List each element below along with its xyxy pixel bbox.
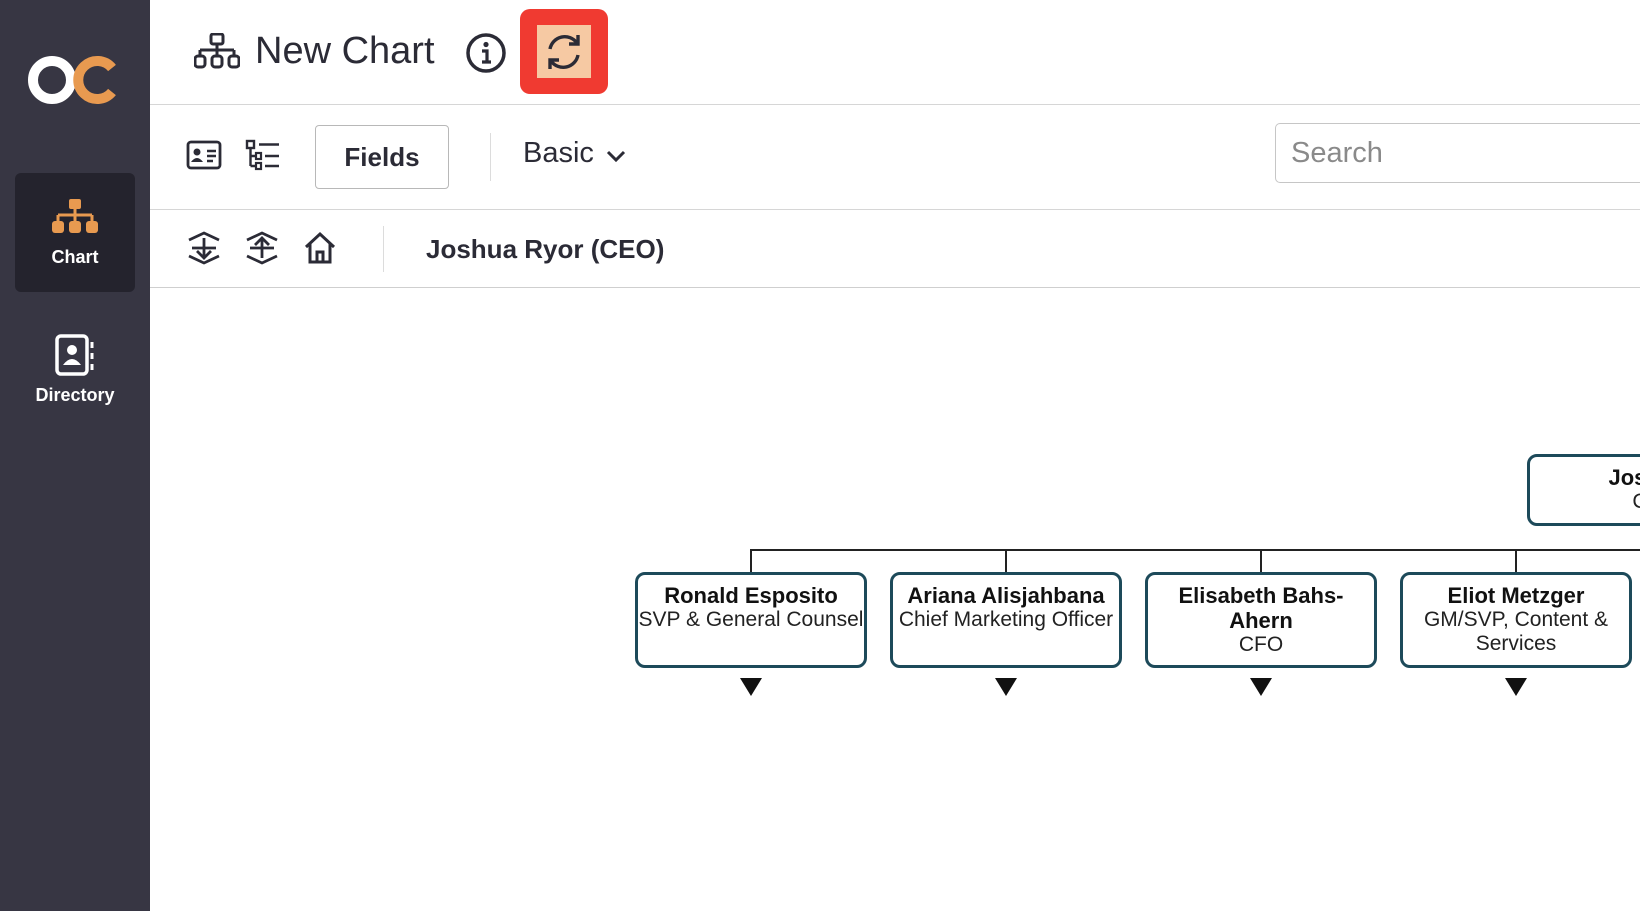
view-mode-value: Basic xyxy=(523,137,594,169)
chevron-down-icon xyxy=(606,137,626,170)
connector-line xyxy=(1005,549,1007,573)
org-chart-icon xyxy=(193,32,241,74)
sidebar-item-directory[interactable]: Directory xyxy=(15,307,135,426)
expand-down-icon[interactable] xyxy=(186,230,222,271)
breadcrumb[interactable]: Joshua Ryor (CEO) xyxy=(426,234,664,265)
node-name: Ariana Alisjahbana xyxy=(907,583,1105,608)
node-title: SVP & General Counsel xyxy=(638,608,864,631)
node-title: GM/SVP, Content & Services xyxy=(1423,608,1609,655)
org-node[interactable]: Eliot Metzger GM/SVP, Content & Services xyxy=(1400,572,1632,668)
expand-arrow-icon[interactable] xyxy=(995,678,1017,696)
node-title: Chief Marketing Officer xyxy=(898,608,1114,631)
contact-book-icon xyxy=(54,333,96,382)
node-title: CE xyxy=(1632,490,1640,513)
expand-arrow-icon[interactable] xyxy=(1505,678,1527,696)
org-chart-icon xyxy=(52,199,98,240)
card-view-icon[interactable] xyxy=(186,139,222,176)
refresh-button[interactable] xyxy=(520,9,608,94)
search-input[interactable] xyxy=(1275,123,1640,183)
toolbar-divider xyxy=(383,226,384,272)
list-tree-icon[interactable] xyxy=(245,139,281,176)
expand-arrow-icon[interactable] xyxy=(1250,678,1272,696)
page-title: New Chart xyxy=(255,30,435,72)
sidebar-item-chart[interactable]: Chart xyxy=(15,173,135,292)
connector-line xyxy=(750,549,1640,551)
toolbar-divider xyxy=(490,133,491,181)
fields-button[interactable]: Fields xyxy=(315,125,449,189)
sidebar-item-label: Directory xyxy=(35,385,115,405)
org-chart-canvas[interactable]: Joshua CE Ronald Esposito SVP & General … xyxy=(150,289,1640,911)
connector-line xyxy=(1260,549,1262,573)
view-mode-dropdown[interactable]: Basic xyxy=(523,137,626,170)
info-icon[interactable] xyxy=(465,32,507,79)
expand-up-icon[interactable] xyxy=(244,230,280,271)
node-name: Joshua xyxy=(1608,465,1640,490)
toolbar: Fields Basic xyxy=(150,105,1640,210)
node-title: CFO xyxy=(1238,633,1284,656)
page-header: New Chart xyxy=(150,0,1640,105)
navigation-bar: Joshua Ryor (CEO) xyxy=(150,210,1640,288)
org-node[interactable]: Elisabeth Bahs-Ahern CFO xyxy=(1145,572,1377,668)
org-node[interactable]: Ariana Alisjahbana Chief Marketing Offic… xyxy=(890,572,1122,668)
refresh-icon xyxy=(548,35,580,69)
connector-line xyxy=(750,549,752,573)
sidebar: Chart Directory xyxy=(0,0,150,911)
app-logo[interactable] xyxy=(28,48,124,112)
home-icon[interactable] xyxy=(302,230,338,271)
connector-line xyxy=(1515,549,1517,573)
node-name: Eliot Metzger xyxy=(1447,583,1585,608)
expand-arrow-icon[interactable] xyxy=(740,678,762,696)
sidebar-item-label: Chart xyxy=(51,247,99,267)
org-node-root[interactable]: Joshua CE xyxy=(1527,454,1640,526)
node-name: Elisabeth Bahs-Ahern xyxy=(1178,583,1344,633)
node-name: Ronald Esposito xyxy=(664,583,838,608)
org-node[interactable]: Ronald Esposito SVP & General Counsel xyxy=(635,572,867,668)
